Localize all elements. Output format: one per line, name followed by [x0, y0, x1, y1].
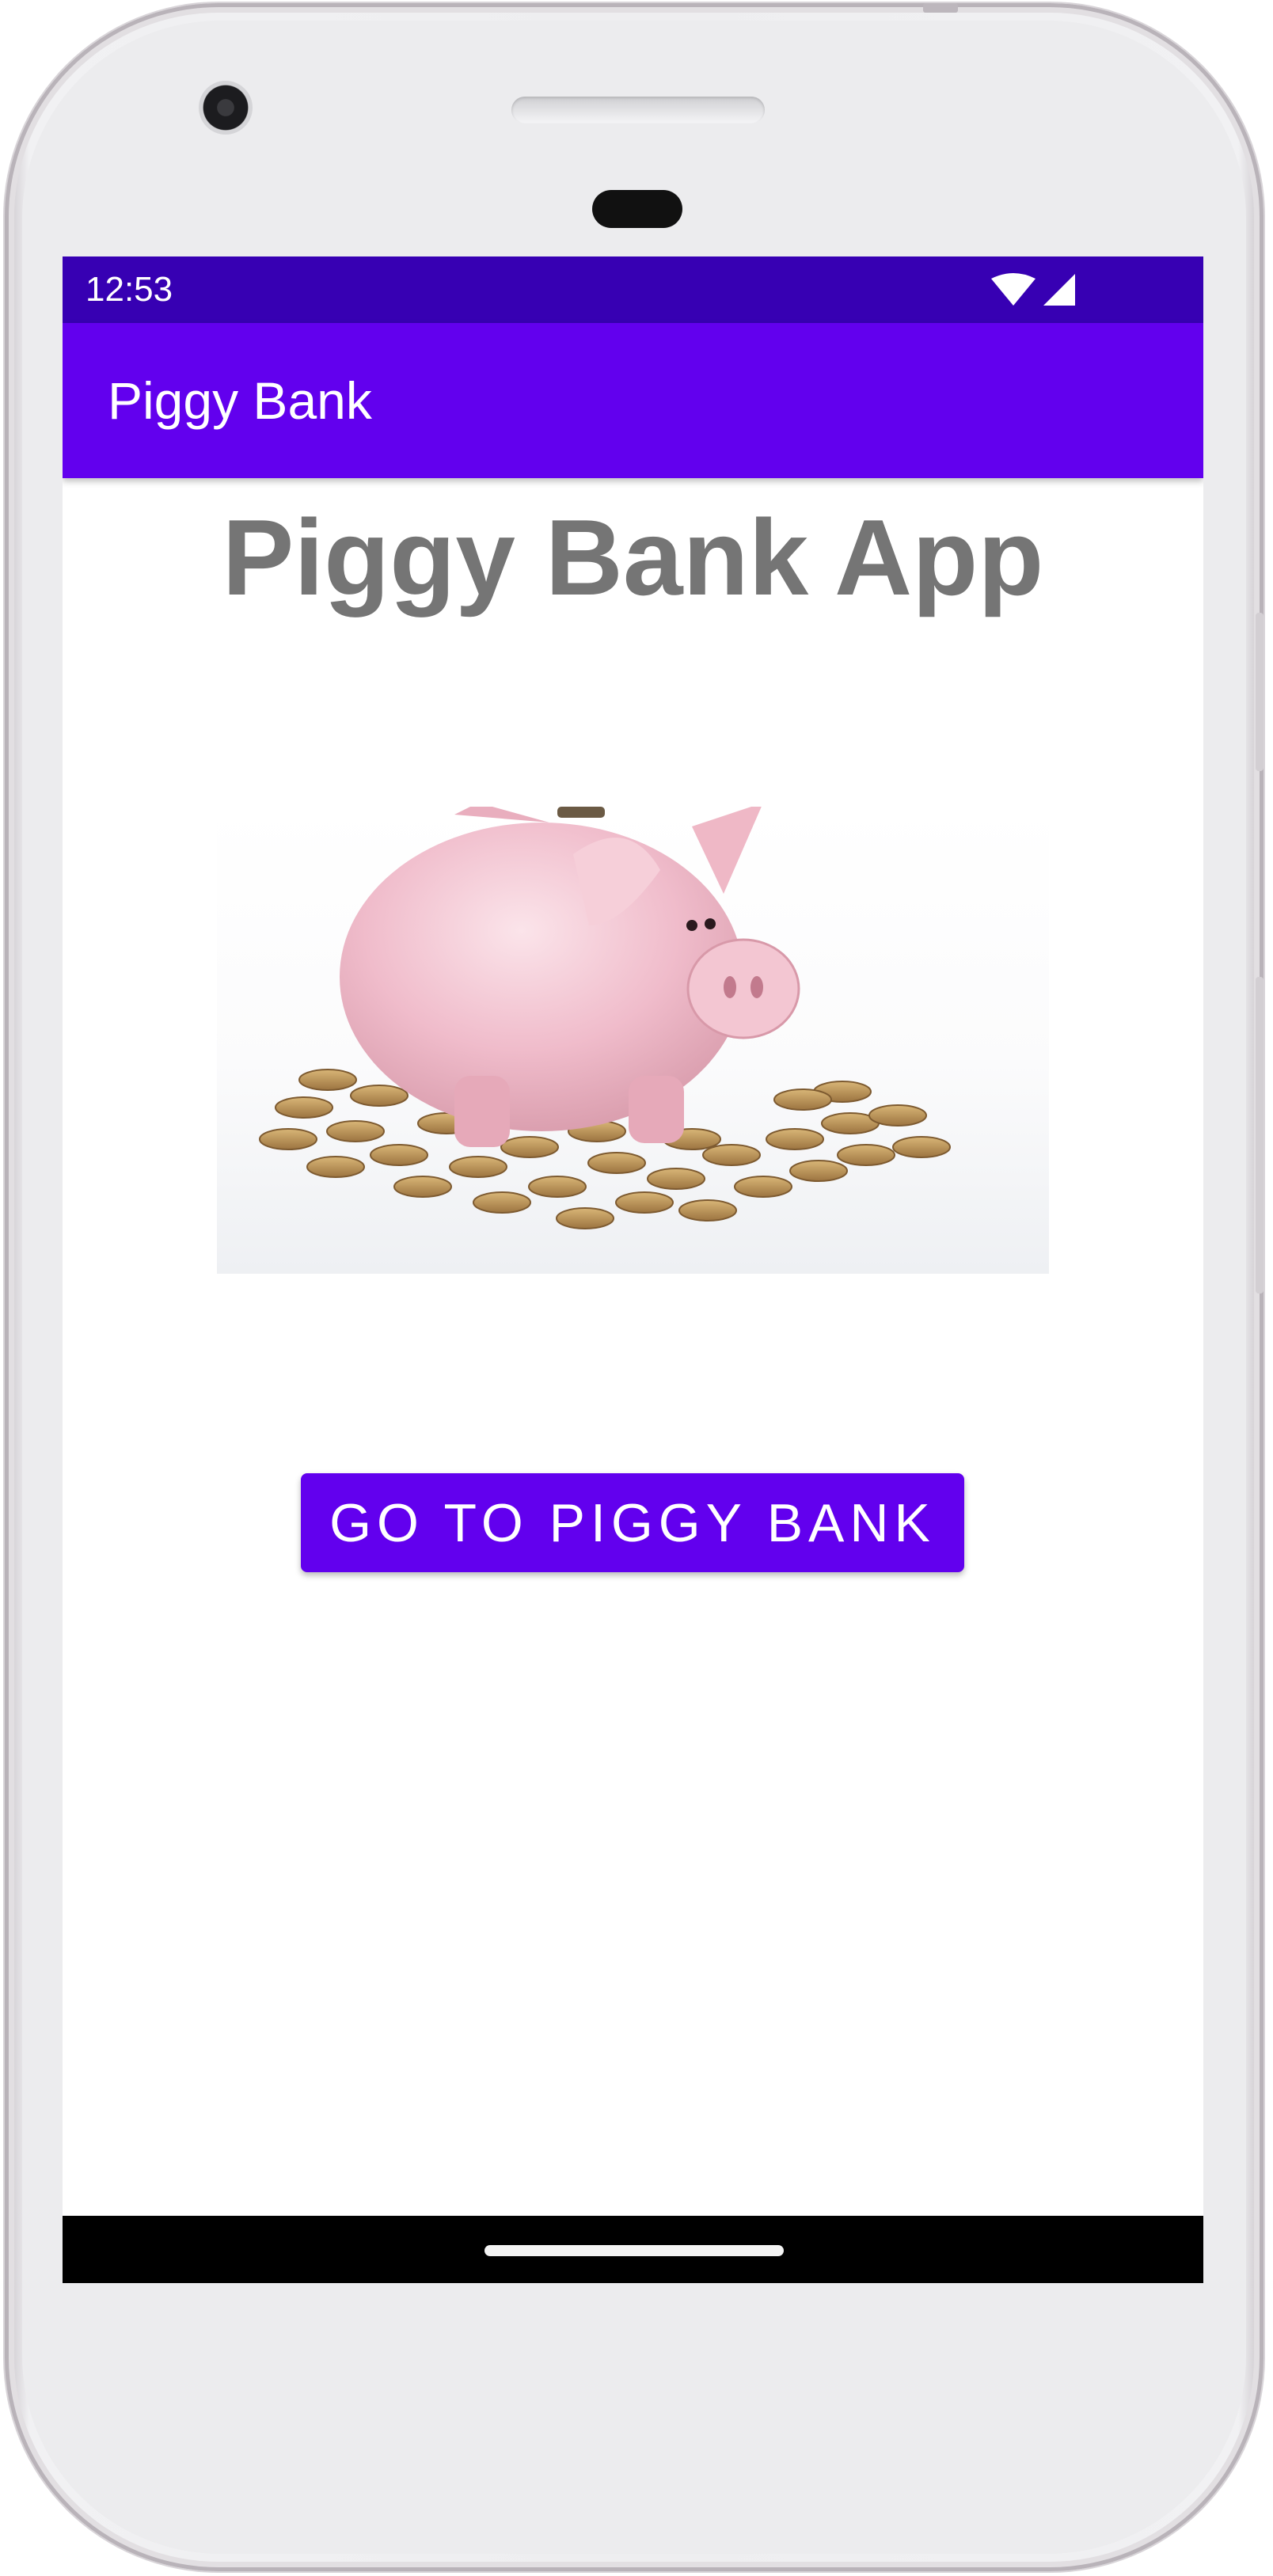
- status-bar: 12:53: [63, 256, 1203, 323]
- go-to-piggy-bank-button[interactable]: GO TO PIGGY BANK: [301, 1473, 964, 1572]
- power-button: [1256, 977, 1264, 1294]
- volume-button: [1256, 613, 1264, 771]
- app-bar: Piggy Bank: [63, 323, 1203, 478]
- status-time: 12:53: [86, 270, 173, 309]
- status-icons: [991, 273, 1075, 306]
- proximity-sensor: [592, 190, 682, 228]
- cellular-signal-icon: [1043, 274, 1075, 306]
- phone-top-button: [923, 3, 958, 13]
- front-camera: [199, 81, 253, 135]
- app-bar-title: Piggy Bank: [108, 371, 372, 430]
- navigation-bar: [63, 2216, 1203, 2283]
- piggy-bank-image: [217, 803, 1049, 1274]
- home-gesture-handle[interactable]: [484, 2245, 784, 2256]
- app-screen: 12:53 Piggy Bank Piggy Bank App GO TO PI…: [63, 256, 1203, 2283]
- page-title: Piggy Bank App: [222, 497, 1044, 617]
- wifi-icon: [991, 273, 1036, 306]
- pig: [340, 803, 800, 1147]
- piggy-bank-illustration: [259, 803, 951, 1229]
- earpiece-speaker: [511, 97, 765, 123]
